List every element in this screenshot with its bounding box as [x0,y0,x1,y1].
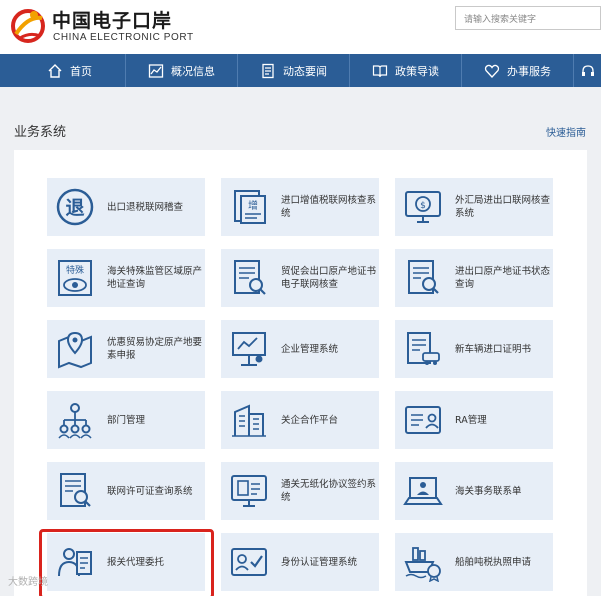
tile-ship-tonnage-tax[interactable]: 船舶吨税执照申请 [395,533,553,591]
tile-ccpit-origin-check[interactable]: 贸促会出口原产地证书电子联网核查 [221,249,379,307]
tile-origin-cert-status[interactable]: 进出口原产地证书状态查询 [395,249,553,307]
nav-item-home[interactable]: 首页 [14,54,126,87]
tile-label: 身份认证管理系统 [281,556,358,568]
top-header: 中国电子口岸 CHINA ELECTRONIC PORT 请输入搜索关键字 [0,0,601,54]
tax-refund-icon: 退 [56,188,94,226]
tile-customs-enterprise-platform[interactable]: 关企合作平台 [221,391,379,449]
nav-item-news[interactable]: 动态要闻 [238,54,350,87]
tile-special-zone-origin[interactable]: 特殊 海关特殊监管区域原产地证查询 [47,249,205,307]
brand-name-cn: 中国电子口岸 [52,10,173,32]
svg-text:增: 增 [248,199,258,212]
tile-new-vehicle-import-cert[interactable]: 新车辆进口证明书 [395,320,553,378]
identity-check-icon [231,548,267,576]
tile-enterprise-management[interactable]: 企业管理系统 [221,320,379,378]
org-chart-icon [58,403,92,439]
watermark: 大数跨境 [8,577,48,588]
nav-item-overview[interactable]: 概况信息 [126,54,238,87]
nav-label: 政策导读 [395,64,439,78]
tile-forex-check[interactable]: $ 外汇局进出口联网核查系统 [395,178,553,236]
vehicle-document-icon [407,332,440,365]
tile-label: 船舶吨税执照申请 [455,556,532,568]
tile-label: 海关特殊监管区域原产地证查询 [107,266,203,290]
search-input[interactable]: 请输入搜索关键字 [455,6,601,30]
tile-label: 联网许可证查询系统 [107,485,193,497]
tile-label: 新车辆进口证明书 [455,343,532,355]
quick-guide-link[interactable]: 快速指南 [546,124,586,139]
building-icon [232,404,266,437]
nav-label: 首页 [70,64,92,78]
document-magnifier-icon [408,260,439,294]
book-icon [372,64,388,77]
nav-label: 动态要闻 [283,64,327,78]
tile-customs-contact-form[interactable]: 海关事务联系单 [395,462,553,520]
map-pin-icon [58,331,92,369]
chart-icon [148,63,164,78]
tile-label: 出口退税联网稽查 [107,201,184,213]
section-title: 业务系统 [14,125,67,140]
main-nav: 首页 概况信息 动态要闻 政策导读 办事服务 [0,54,601,87]
tile-label: 进口增值税联网核查系统 [281,195,377,219]
tile-label: 外汇局进出口联网核查系统 [455,195,551,219]
tile-label: 海关事务联系单 [455,485,522,497]
tile-identity-auth-management[interactable]: 身份认证管理系统 [221,533,379,591]
china-e-port-logo-icon[interactable] [8,6,48,46]
tile-label: 进出口原产地证书状态查询 [455,266,551,290]
tile-label: 贸促会出口原产地证书电子联网核查 [281,266,377,290]
laptop-contact-icon [403,477,443,505]
nav-item-policy[interactable]: 政策导读 [350,54,462,87]
tile-ra-management[interactable]: RA管理 [395,391,553,449]
special-zone-eye-icon: 特殊 [58,260,92,296]
presenter-board-icon [232,332,266,366]
tile-label: 企业管理系统 [281,343,339,355]
certificate-search-icon [234,260,266,295]
brand-name-en: CHINA ELECTRONIC PORT [53,32,194,43]
home-icon [48,63,62,78]
highlight-box [39,529,214,596]
paperless-screen-icon [231,475,267,507]
nav-item-more[interactable] [574,54,601,87]
ship-icon [404,547,441,582]
news-icon [262,63,274,78]
tile-label: 关企合作平台 [281,414,339,426]
tile-preferential-trade-origin[interactable]: 优惠贸易协定原产地要素申报 [47,320,205,378]
headset-icon [582,64,594,76]
svg-text:$: $ [420,201,426,211]
license-search-icon [60,473,91,507]
tile-import-vat-check[interactable]: 增 进口增值税联网核查系统 [221,178,379,236]
nav-label: 办事服务 [507,64,551,78]
svg-text:特殊: 特殊 [66,264,84,276]
nav-item-services[interactable]: 办事服务 [462,54,574,87]
tile-label: RA管理 [455,414,487,426]
svg-text:退: 退 [65,197,84,219]
tile-label: 通关无纸化协议签约系统 [281,479,377,503]
nav-label: 概况信息 [171,64,215,78]
tile-license-query[interactable]: 联网许可证查询系统 [47,462,205,520]
tile-export-tax-refund[interactable]: 退 出口退税联网稽查 [47,178,205,236]
tile-department-management[interactable]: 部门管理 [47,391,205,449]
vat-document-icon: 增 [234,190,266,224]
id-card-icon [405,406,441,434]
forex-monitor-icon: $ [405,191,441,223]
tile-paperless-agreement[interactable]: 通关无纸化协议签约系统 [221,462,379,520]
heart-icon [484,64,500,78]
tile-label: 部门管理 [107,414,146,426]
tile-label: 优惠贸易协定原产地要素申报 [107,337,203,361]
